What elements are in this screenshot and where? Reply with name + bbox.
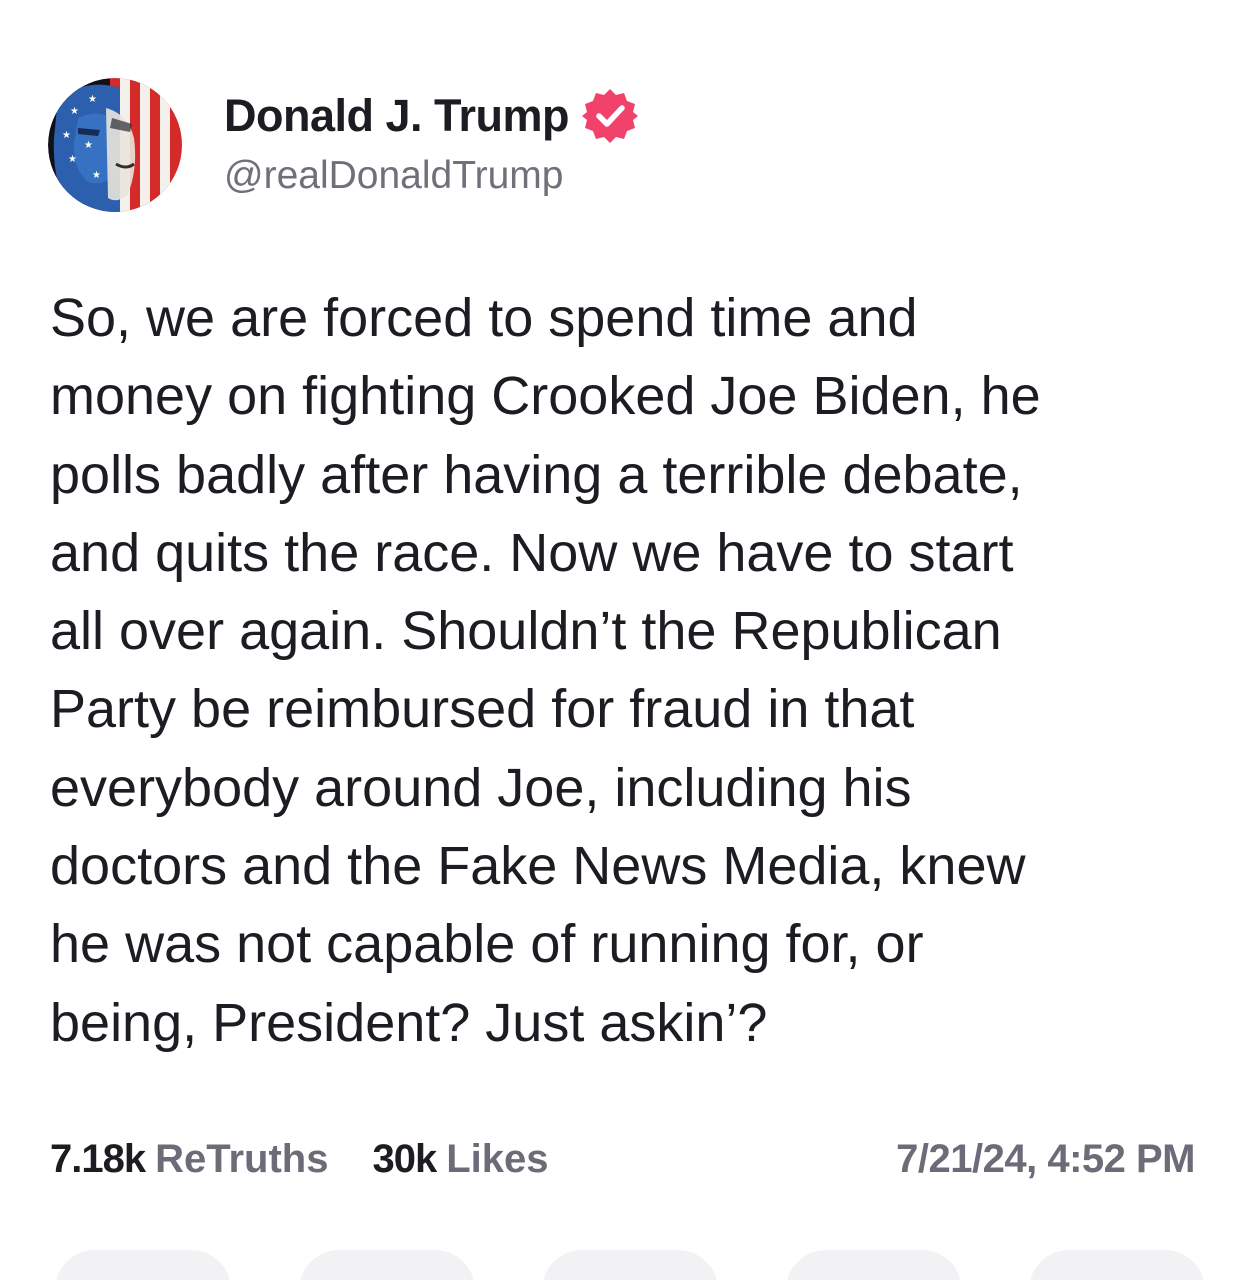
post-text: So, we are forced to spend time and mone… — [50, 288, 1041, 1053]
svg-text:★: ★ — [62, 130, 71, 141]
likes-count: 30k — [372, 1136, 437, 1181]
likes-stat[interactable]: 30k Likes — [372, 1137, 548, 1182]
retruths-count: 7.18k — [50, 1136, 146, 1181]
svg-text:★: ★ — [68, 154, 77, 165]
author-names: Donald J. Trump @realDonaldTrump — [224, 87, 639, 201]
retruths-label: ReTruths — [155, 1136, 329, 1181]
truth-post: ★ ★ ★ ★ ★ ★ Donald J. Trump @realDonaldT… — [0, 0, 1241, 1280]
avatar[interactable]: ★ ★ ★ ★ ★ ★ — [48, 78, 182, 212]
retruths-stat[interactable]: 7.18k ReTruths — [50, 1137, 328, 1182]
svg-text:★: ★ — [84, 140, 93, 151]
likes-label: Likes — [446, 1136, 549, 1181]
verified-badge-icon — [581, 87, 639, 145]
svg-text:★: ★ — [92, 170, 101, 181]
post-timestamp: 7/21/24, 4:52 PM — [896, 1136, 1195, 1181]
retruth-button[interactable] — [298, 1250, 475, 1280]
author-handle[interactable]: @realDonaldTrump — [224, 151, 639, 201]
bookmark-button[interactable] — [785, 1250, 962, 1280]
name-row: Donald J. Trump — [224, 87, 639, 145]
svg-text:★: ★ — [88, 94, 97, 105]
reply-button[interactable] — [55, 1250, 231, 1280]
share-button[interactable] — [1029, 1250, 1205, 1280]
svg-text:★: ★ — [70, 106, 79, 117]
flag-portrait-avatar-icon: ★ ★ ★ ★ ★ ★ — [48, 78, 182, 212]
post-stats: 7.18k ReTruths 30k Likes 7/21/24, 4:52 P… — [50, 1134, 1195, 1184]
author-display-name[interactable]: Donald J. Trump — [224, 88, 570, 144]
post-action-bar — [55, 1250, 1205, 1280]
post-header: ★ ★ ★ ★ ★ ★ Donald J. Trump @realDonaldT… — [48, 78, 639, 212]
like-button[interactable] — [542, 1250, 718, 1280]
